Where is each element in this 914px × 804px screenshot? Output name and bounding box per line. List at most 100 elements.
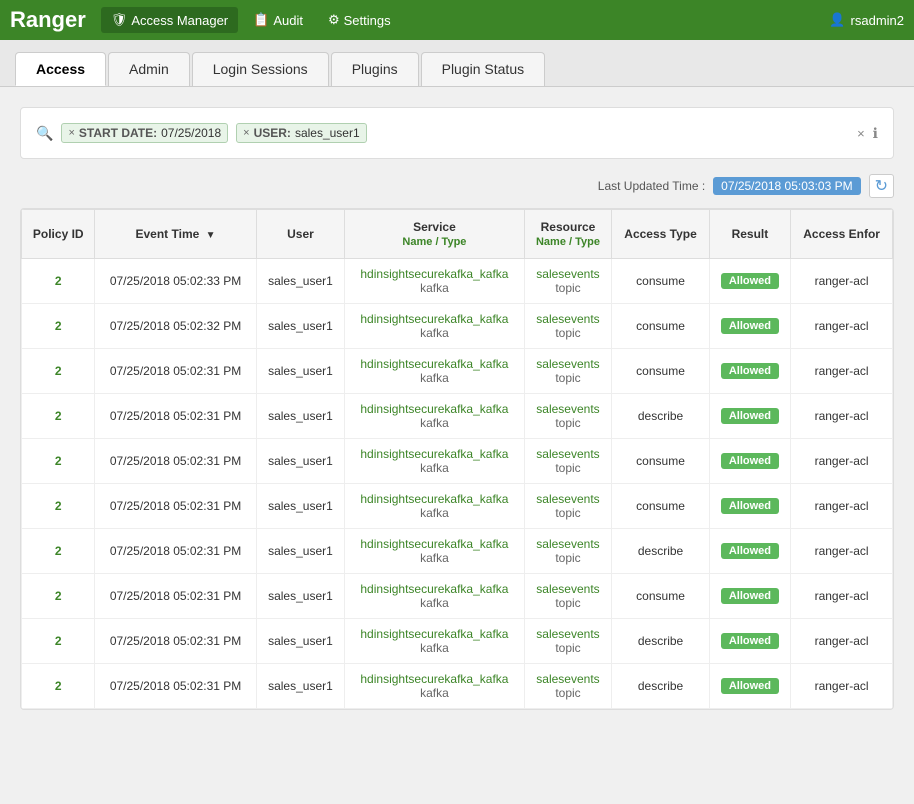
cell-result: Allowed <box>709 574 791 619</box>
tab-plugin-status[interactable]: Plugin Status <box>421 52 546 86</box>
cell-user: sales_user1 <box>256 484 345 529</box>
table-row: 2 07/25/2018 05:02:31 PM sales_user1 hdi… <box>22 529 893 574</box>
cell-event-time: 07/25/2018 05:02:31 PM <box>95 349 256 394</box>
table-row: 2 07/25/2018 05:02:31 PM sales_user1 hdi… <box>22 619 893 664</box>
cell-service: hdinsightsecurekafka_kafka kafka <box>345 349 524 394</box>
tab-plugins[interactable]: Plugins <box>331 52 419 86</box>
username: rsadmin2 <box>851 13 904 28</box>
remove-user[interactable]: × <box>243 127 249 139</box>
cell-result: Allowed <box>709 304 791 349</box>
table-row: 2 07/25/2018 05:02:31 PM sales_user1 hdi… <box>22 484 893 529</box>
cell-resource: salesevents topic <box>524 574 612 619</box>
table-row: 2 07/25/2018 05:02:31 PM sales_user1 hdi… <box>22 439 893 484</box>
nav-audit[interactable]: 📋 Audit <box>243 7 313 33</box>
cell-user: sales_user1 <box>256 619 345 664</box>
main-content: 🔍 × START DATE: 07/25/2018 × USER: sales… <box>0 87 914 730</box>
gear-icon: ⚙ <box>328 12 340 28</box>
cell-access-enforcer: ranger-acl <box>791 574 893 619</box>
cell-access-type: describe <box>612 529 709 574</box>
audit-table: Policy ID Event Time ▼ User Service Name… <box>21 209 893 709</box>
cell-user: sales_user1 <box>256 529 345 574</box>
table-row: 2 07/25/2018 05:02:31 PM sales_user1 hdi… <box>22 394 893 439</box>
refresh-button[interactable]: ↻ <box>869 174 894 198</box>
cell-service: hdinsightsecurekafka_kafka kafka <box>345 394 524 439</box>
last-updated-bar: Last Updated Time : 07/25/2018 05:03:03 … <box>20 174 894 198</box>
last-updated-time: 07/25/2018 05:03:03 PM <box>713 177 860 195</box>
clear-search[interactable]: × <box>857 126 865 141</box>
cell-result: Allowed <box>709 259 791 304</box>
cell-result: Allowed <box>709 529 791 574</box>
cell-result: Allowed <box>709 664 791 709</box>
col-access-type: Access Type <box>612 210 709 259</box>
col-result: Result <box>709 210 791 259</box>
cell-policy-id: 2 <box>22 619 95 664</box>
tab-access[interactable]: Access <box>15 52 106 86</box>
cell-service: hdinsightsecurekafka_kafka kafka <box>345 259 524 304</box>
cell-access-type: describe <box>612 619 709 664</box>
cell-policy-id: 2 <box>22 304 95 349</box>
shield-icon: 🛡 <box>111 12 128 28</box>
cell-event-time: 07/25/2018 05:02:33 PM <box>95 259 256 304</box>
cell-access-enforcer: ranger-acl <box>791 529 893 574</box>
header-nav: 🛡 Access Manager 📋 Audit ⚙ Settings <box>101 7 830 33</box>
table-row: 2 07/25/2018 05:02:32 PM sales_user1 hdi… <box>22 304 893 349</box>
nav-settings[interactable]: ⚙ Settings <box>318 7 401 33</box>
app-header: Ranger 🛡 Access Manager 📋 Audit ⚙ Settin… <box>0 0 914 40</box>
cell-event-time: 07/25/2018 05:02:31 PM <box>95 619 256 664</box>
cell-policy-id: 2 <box>22 259 95 304</box>
info-icon[interactable]: ℹ <box>873 125 878 142</box>
cell-resource: salesevents topic <box>524 619 612 664</box>
tabs-container: Access Admin Login Sessions Plugins Plug… <box>0 40 914 87</box>
cell-resource: salesevents topic <box>524 349 612 394</box>
cell-service: hdinsightsecurekafka_kafka kafka <box>345 619 524 664</box>
tab-admin[interactable]: Admin <box>108 52 190 86</box>
col-resource: Resource Name / Type <box>524 210 612 259</box>
search-icon: 🔍 <box>36 125 53 142</box>
cell-service: hdinsightsecurekafka_kafka kafka <box>345 574 524 619</box>
sort-arrow-event-time: ▼ <box>206 230 216 241</box>
tab-login-sessions[interactable]: Login Sessions <box>192 52 329 86</box>
cell-service: hdinsightsecurekafka_kafka kafka <box>345 664 524 709</box>
cell-result: Allowed <box>709 439 791 484</box>
cell-policy-id: 2 <box>22 439 95 484</box>
cell-access-type: consume <box>612 304 709 349</box>
cell-access-enforcer: ranger-acl <box>791 439 893 484</box>
app-logo: Ranger <box>10 7 86 33</box>
user-tag: × USER: sales_user1 <box>236 123 367 143</box>
cell-access-type: describe <box>612 394 709 439</box>
cell-service: hdinsightsecurekafka_kafka kafka <box>345 484 524 529</box>
cell-result: Allowed <box>709 394 791 439</box>
col-policy-id: Policy ID <box>22 210 95 259</box>
cell-access-type: consume <box>612 259 709 304</box>
table-row: 2 07/25/2018 05:02:31 PM sales_user1 hdi… <box>22 664 893 709</box>
col-event-time[interactable]: Event Time ▼ <box>95 210 256 259</box>
cell-service: hdinsightsecurekafka_kafka kafka <box>345 304 524 349</box>
cell-service: hdinsightsecurekafka_kafka kafka <box>345 529 524 574</box>
cell-resource: salesevents topic <box>524 529 612 574</box>
user-menu[interactable]: 👤 rsadmin2 <box>829 12 904 28</box>
cell-event-time: 07/25/2018 05:02:31 PM <box>95 394 256 439</box>
cell-user: sales_user1 <box>256 304 345 349</box>
last-updated-label: Last Updated Time : <box>598 179 705 193</box>
cell-access-enforcer: ranger-acl <box>791 304 893 349</box>
nav-access-manager[interactable]: 🛡 Access Manager <box>101 7 238 33</box>
cell-user: sales_user1 <box>256 259 345 304</box>
cell-resource: salesevents topic <box>524 439 612 484</box>
audit-table-container: Policy ID Event Time ▼ User Service Name… <box>20 208 894 710</box>
cell-policy-id: 2 <box>22 664 95 709</box>
cell-result: Allowed <box>709 619 791 664</box>
start-date-tag: × START DATE: 07/25/2018 <box>61 123 228 143</box>
col-user: User <box>256 210 345 259</box>
col-access-enforcer: Access Enfor <box>791 210 893 259</box>
cell-resource: salesevents topic <box>524 664 612 709</box>
cell-user: sales_user1 <box>256 439 345 484</box>
cell-access-type: consume <box>612 349 709 394</box>
search-row: 🔍 × START DATE: 07/25/2018 × USER: sales… <box>36 123 878 143</box>
cell-access-enforcer: ranger-acl <box>791 259 893 304</box>
cell-user: sales_user1 <box>256 394 345 439</box>
remove-start-date[interactable]: × <box>68 127 74 139</box>
cell-access-type: consume <box>612 439 709 484</box>
cell-policy-id: 2 <box>22 394 95 439</box>
cell-access-type: consume <box>612 484 709 529</box>
cell-policy-id: 2 <box>22 529 95 574</box>
